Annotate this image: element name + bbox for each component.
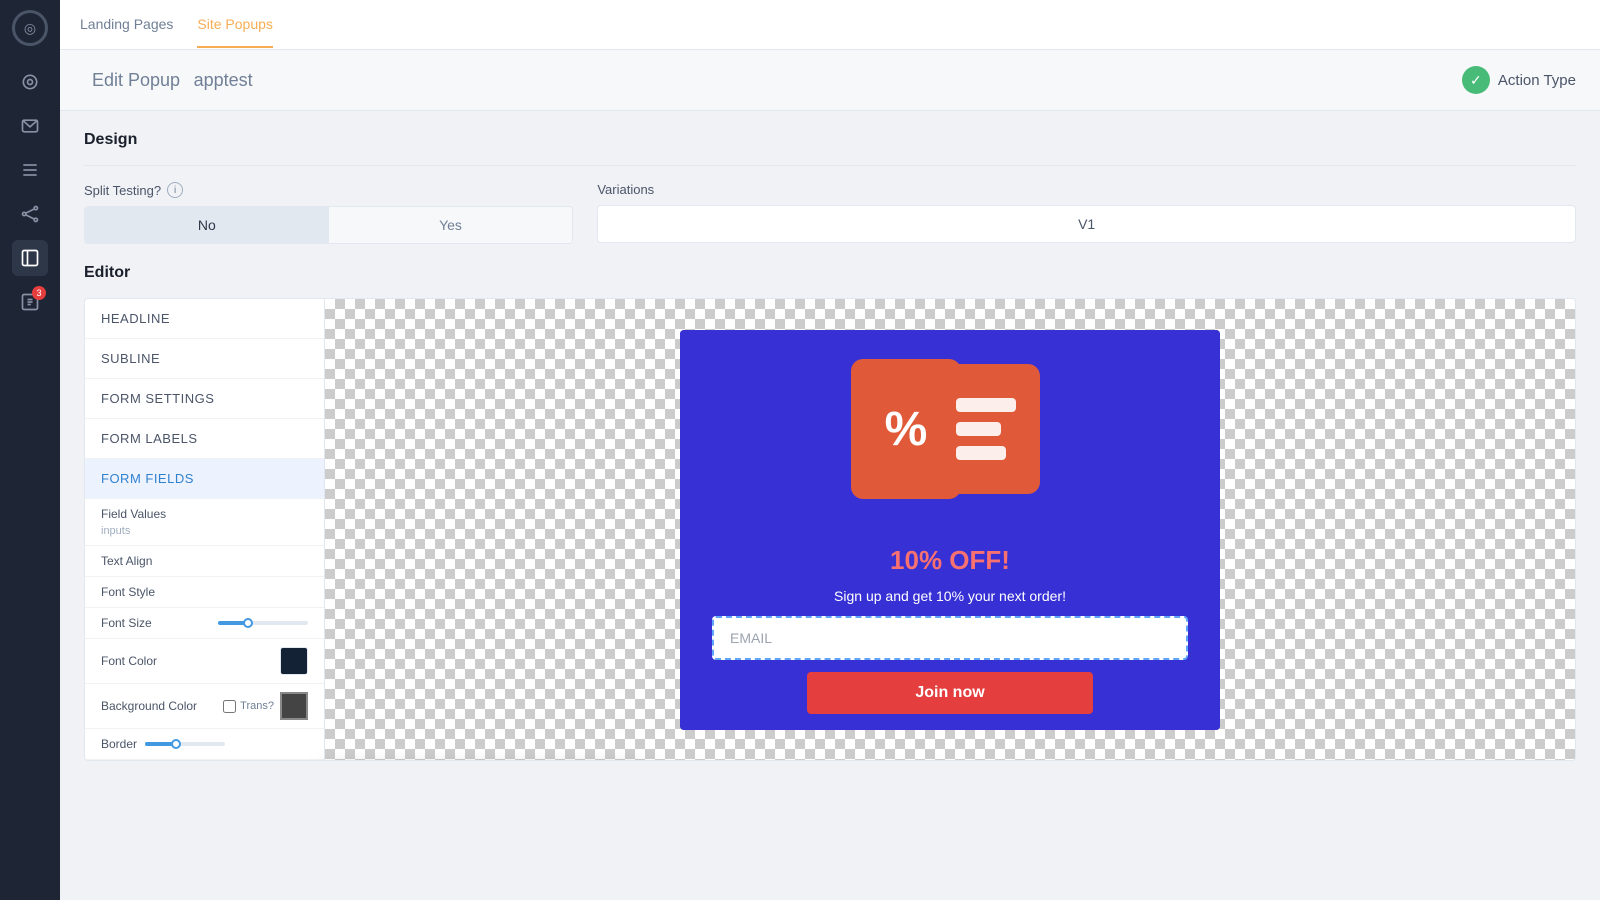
editor-left-panel: HEADLINE SUBLINE FORM SETTINGS FORM LABE… [85, 299, 325, 760]
font-color-swatch[interactable] [280, 647, 308, 675]
reports-badge: 3 [32, 286, 46, 300]
font-style-row: Font Style [85, 577, 324, 608]
font-color-row: Font Color [85, 639, 324, 684]
split-testing-row: Split Testing? i No Yes Variations V1 [84, 182, 1576, 244]
nav-landing-pages[interactable]: Landing Pages [80, 2, 173, 48]
bg-color-swatch[interactable] [280, 692, 308, 720]
tag-line-1 [956, 398, 1016, 412]
field-values-title: Field Values [101, 507, 308, 521]
popup-image-area: % [680, 330, 1220, 529]
font-size-row: Font Size [85, 608, 324, 639]
background-color-row: Background Color Trans? [85, 684, 324, 729]
popup-bottom-content: 10% OFF! Sign up and get 10% your next o… [680, 529, 1220, 730]
popup-preview-area: % 10% OFF! Sign up and get 10% your n [325, 299, 1575, 760]
main-content: Landing Pages Site Popups Edit Popup app… [60, 0, 1600, 900]
variations-value: V1 [597, 205, 1576, 243]
sidebar-reports[interactable]: 3 [12, 284, 48, 320]
logo-icon[interactable]: ◎ [12, 10, 48, 46]
sidebar-editor[interactable] [12, 240, 48, 276]
split-testing-toggle: No Yes [84, 206, 573, 244]
content-area: Design Split Testing? i No Yes Variation… [60, 111, 1600, 900]
toggle-yes[interactable]: Yes [329, 207, 573, 243]
toggle-no[interactable]: No [85, 207, 329, 243]
trans-checkbox-group: Trans? [223, 700, 274, 713]
page-title: Edit Popup apptest [84, 69, 253, 92]
sidebar-dashboard[interactable] [12, 64, 48, 100]
nav-site-popups[interactable]: Site Popups [197, 2, 273, 48]
editor-layout: HEADLINE SUBLINE FORM SETTINGS FORM LABE… [84, 298, 1576, 761]
panel-form-settings[interactable]: FORM SETTINGS [85, 379, 324, 419]
field-values-label: inputs [101, 525, 308, 537]
info-icon[interactable]: i [167, 182, 183, 198]
split-testing-col: Split Testing? i No Yes [84, 182, 573, 244]
sidebar-list[interactable] [12, 152, 48, 188]
sidebar-connect[interactable] [12, 196, 48, 232]
editor-section: Editor HEADLINE SUBLINE FORM SETTINGS FO… [84, 264, 1576, 761]
join-now-button[interactable]: Join now [807, 672, 1093, 714]
editor-title: Editor [84, 264, 1576, 282]
panel-form-labels[interactable]: FORM LABELS [85, 419, 324, 459]
page-header: Edit Popup apptest ✓ Action Type [60, 50, 1600, 111]
field-values-sub-panel: Field Values inputs [85, 499, 324, 546]
panel-subline[interactable]: SUBLINE [85, 339, 324, 379]
discount-text: 10% OFF! [890, 545, 1010, 576]
trans-checkbox[interactable] [223, 700, 236, 713]
design-title: Design [84, 131, 1576, 149]
sidebar: ◎ 3 [0, 0, 60, 900]
divider [84, 165, 1576, 166]
check-icon: ✓ [1462, 66, 1490, 94]
tag-line-3 [956, 446, 1006, 460]
panel-headline[interactable]: HEADLINE [85, 299, 324, 339]
variations-label: Variations [597, 182, 1576, 197]
panel-form-fields[interactable]: FORM FIELDS [85, 459, 324, 499]
border-row: Border [85, 729, 324, 760]
lines-tag [940, 364, 1040, 494]
popup-preview-card: % 10% OFF! Sign up and get 10% your n [680, 330, 1220, 730]
variations-col: Variations V1 [597, 182, 1576, 244]
top-navigation: Landing Pages Site Popups [60, 0, 1600, 50]
sidebar-mail[interactable] [12, 108, 48, 144]
email-placeholder[interactable]: EMAIL [712, 616, 1188, 660]
text-align-row: Text Align [85, 546, 324, 577]
tag-line-2 [956, 422, 1001, 436]
split-testing-label: Split Testing? i [84, 182, 573, 198]
popup-subtitle: Sign up and get 10% your next order! [834, 588, 1066, 604]
action-type-button[interactable]: ✓ Action Type [1462, 66, 1576, 94]
